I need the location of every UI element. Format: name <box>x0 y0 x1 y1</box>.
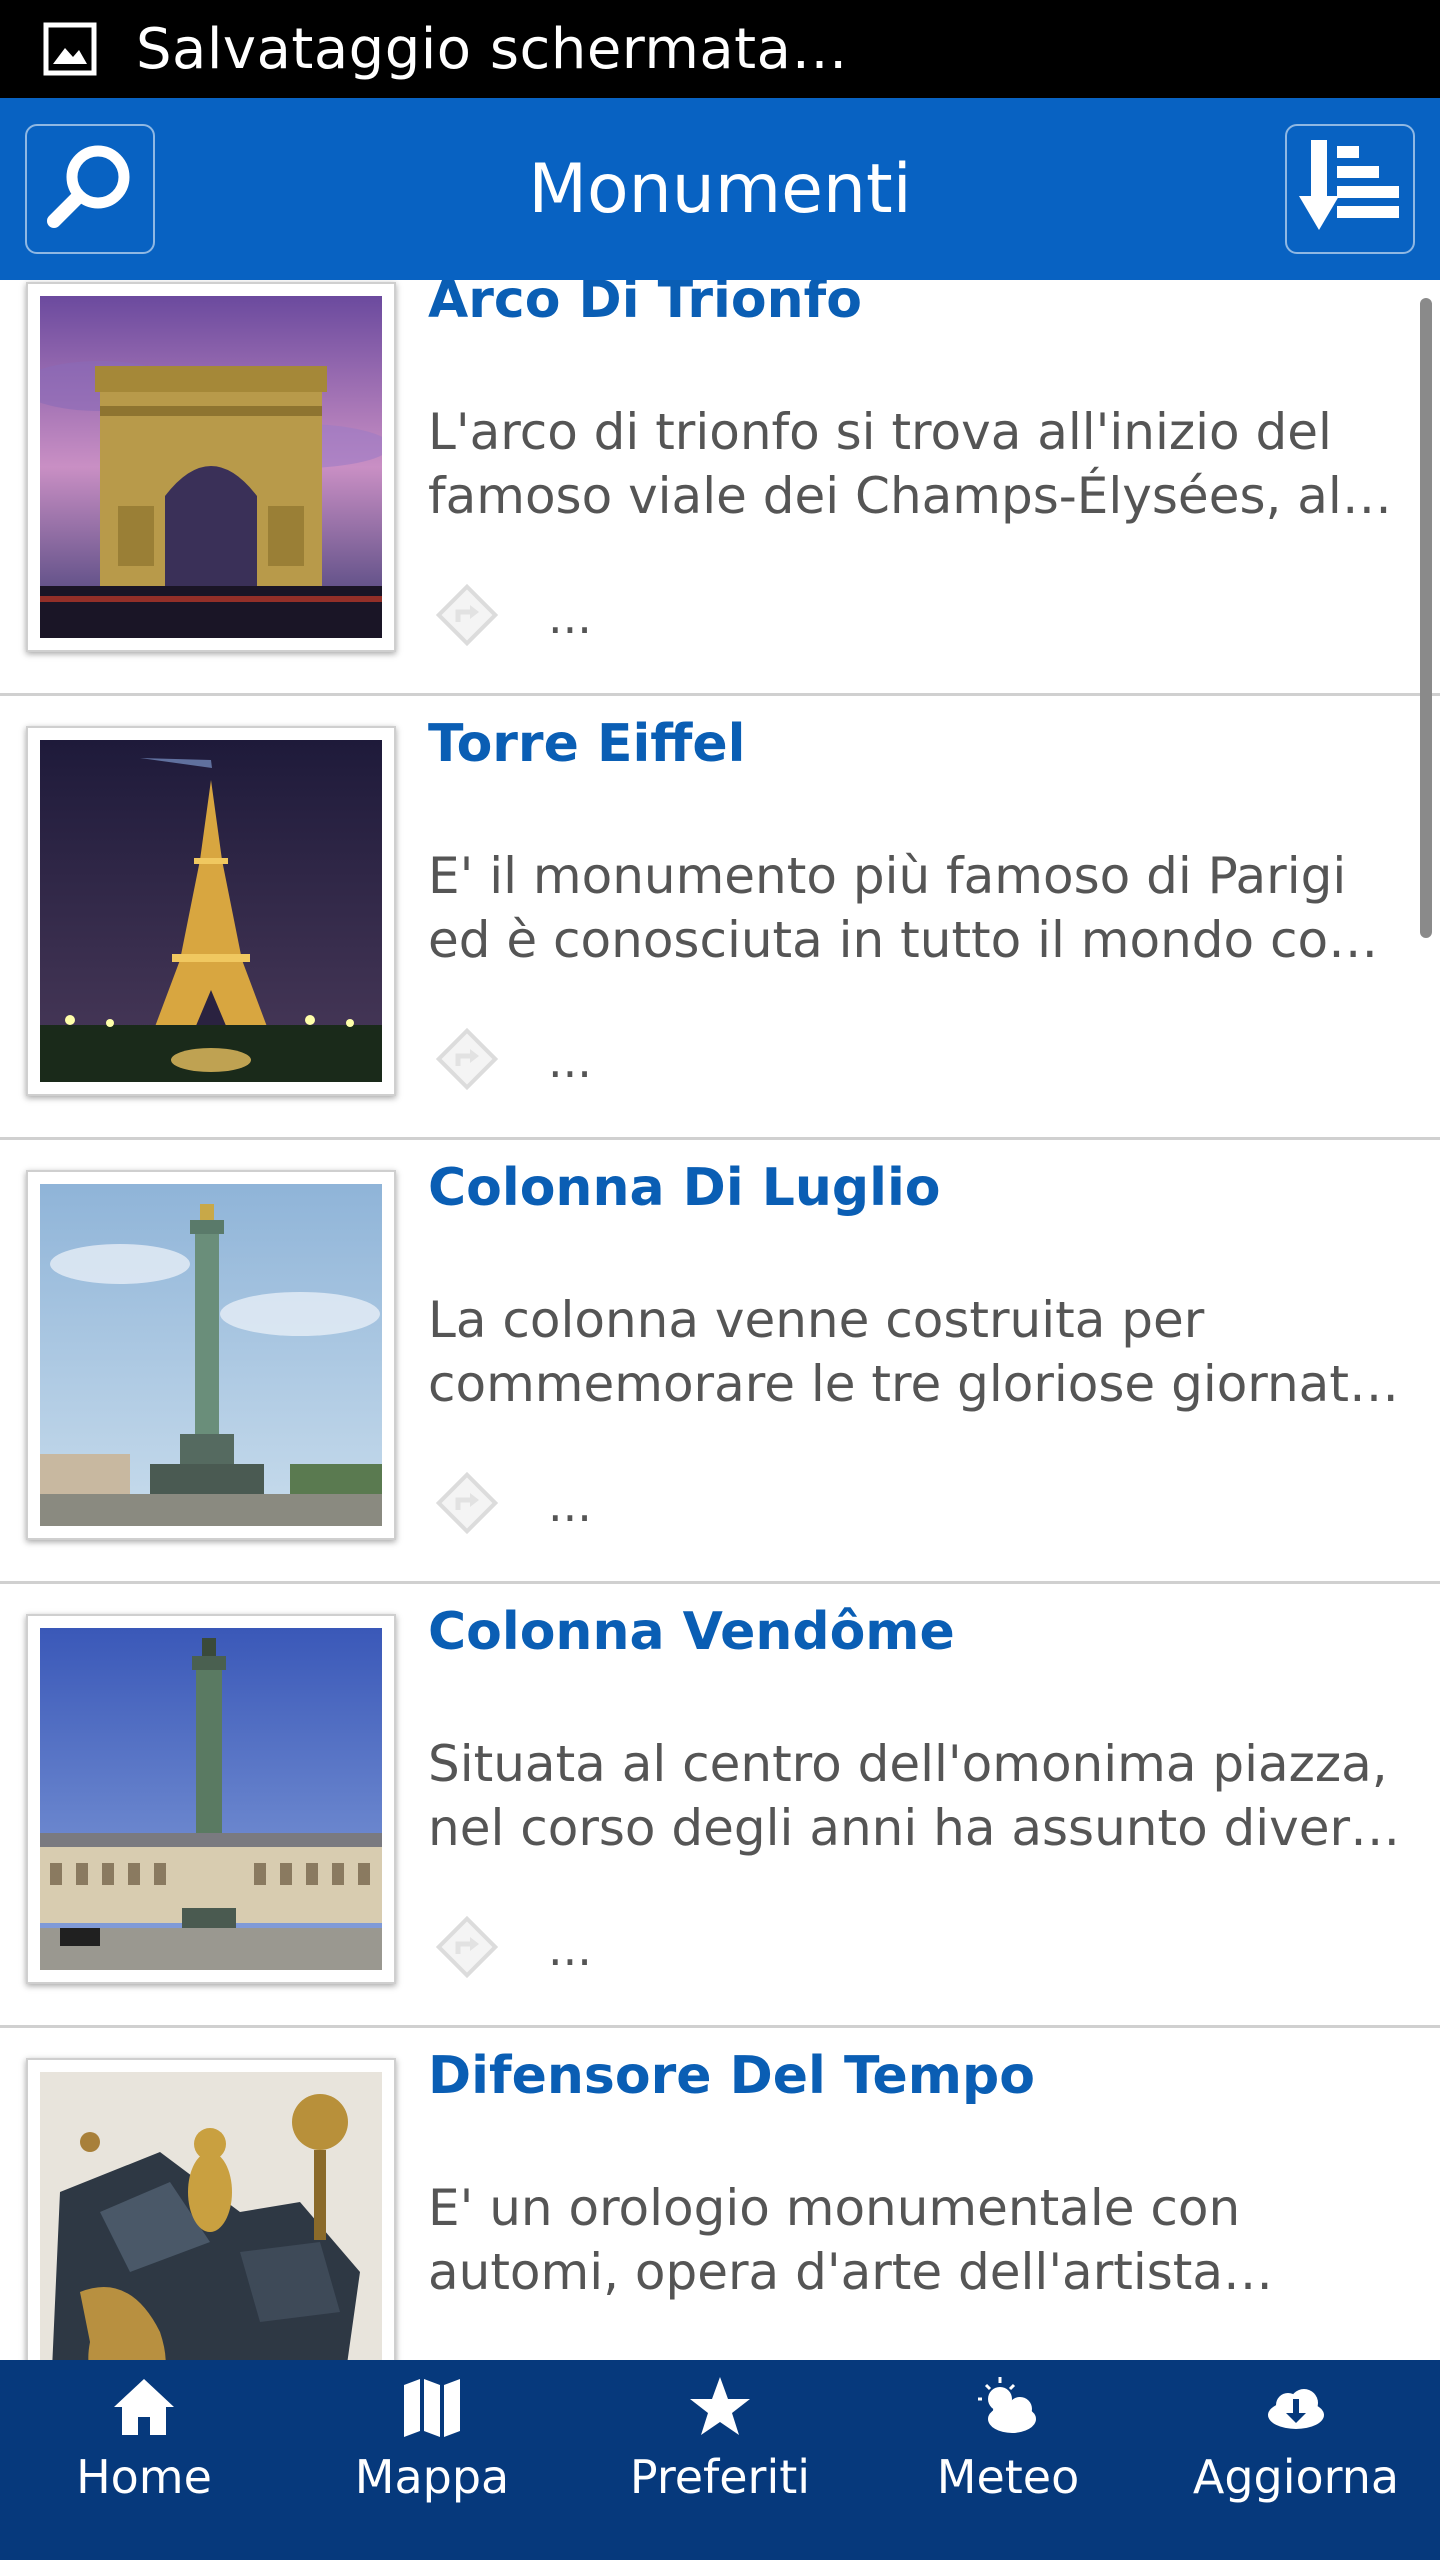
item-title[interactable]: Difensore Del Tempo <box>428 2046 1035 2106</box>
nav-label: Preferiti <box>629 2450 811 2504</box>
page-title: Monumenti <box>528 149 912 229</box>
item-description-line: Situata al centro dell'omonima piazza, <box>428 1735 1388 1793</box>
nav-label: Home <box>76 2450 212 2504</box>
more-ellipsis[interactable]: ... <box>548 1922 592 1976</box>
item-description-line: automi, opera d'arte dell'artista… <box>428 2243 1274 2301</box>
item-description: Situata al centro dell'omonima piazza, n… <box>428 1732 1418 1860</box>
status-bar: Salvataggio schermata… <box>0 0 1440 98</box>
nav-item-home[interactable]: Home <box>0 2360 288 2560</box>
directions-icon[interactable] <box>434 1026 500 1097</box>
item-description-line: nel corso degli anni ha assunto diversi… <box>428 1799 1418 1857</box>
nav-label: Aggiorna <box>1192 2450 1400 2504</box>
directions-icon[interactable] <box>434 1470 500 1541</box>
directions-icon[interactable] <box>434 582 500 653</box>
item-description-line: La colonna venne costruita per <box>428 1291 1205 1349</box>
nav-item-aggiorna[interactable]: Aggiorna <box>1152 2360 1440 2560</box>
more-ellipsis[interactable]: ... <box>548 1034 592 1088</box>
item-footer: ... <box>434 1470 592 1540</box>
nav-item-preferiti[interactable]: Preferiti <box>576 2360 864 2560</box>
star-icon <box>685 2372 755 2442</box>
thumbnail-arco-di-trionfo[interactable] <box>26 282 396 652</box>
directions-icon[interactable] <box>434 1914 500 1985</box>
thumbnail-torre-eiffel[interactable] <box>26 726 396 1096</box>
list-item[interactable]: Difensore Del Tempo E' un orologio monum… <box>0 2028 1440 2360</box>
more-ellipsis[interactable]: ... <box>548 590 592 644</box>
item-description-line: E' un orologio monumentale con <box>428 2179 1241 2237</box>
nav-label: Meteo <box>936 2450 1080 2504</box>
item-title[interactable]: Colonna Di Luglio <box>428 1158 941 1218</box>
list-item[interactable]: Torre Eiffel E' il monumento più famoso … <box>0 696 1440 1140</box>
list-item[interactable]: Colonna Di Luglio La colonna venne costr… <box>0 1140 1440 1584</box>
item-title[interactable]: Torre Eiffel <box>428 714 746 774</box>
item-description-line: famoso viale dei Champs-Élysées, al… <box>428 467 1392 525</box>
list-item[interactable]: Colonna Vendôme Situata al centro dell'o… <box>0 1584 1440 2028</box>
image-icon <box>42 21 98 77</box>
status-text: Salvataggio schermata… <box>136 16 848 82</box>
home-icon <box>109 2372 179 2442</box>
thumbnail-colonna-di-luglio[interactable] <box>26 1170 396 1540</box>
weather-icon <box>973 2372 1043 2442</box>
item-description-line: E' il monumento più famoso di Parigi <box>428 847 1347 905</box>
bottom-nav: Home Mappa Preferiti Meteo Aggiorna <box>0 2360 1440 2560</box>
item-description: L'arco di trionfo si trova all'inizio de… <box>428 400 1418 528</box>
sort-button[interactable] <box>1285 124 1415 254</box>
nav-item-meteo[interactable]: Meteo <box>864 2360 1152 2560</box>
item-description-line: commemorare le tre gloriose giornate… <box>428 1355 1418 1413</box>
item-description: E' il monumento più famoso di Parigi ed … <box>428 844 1418 972</box>
cloud-download-icon <box>1261 2372 1331 2442</box>
nav-label: Mappa <box>354 2450 510 2504</box>
item-description: La colonna venne costruita per commemora… <box>428 1288 1418 1416</box>
thumbnail-difensore-del-tempo[interactable] <box>26 2058 396 2360</box>
nav-item-mappa[interactable]: Mappa <box>288 2360 576 2560</box>
item-description: E' un orologio monumentale con automi, o… <box>428 2176 1418 2304</box>
thumbnail-colonna-vendome[interactable] <box>26 1614 396 1984</box>
map-icon <box>397 2372 467 2442</box>
list-item[interactable]: Arco Di Trionfo L'arco di trionfo si tro… <box>0 280 1440 696</box>
app-header: Monumenti <box>0 98 1440 280</box>
item-footer: ... <box>434 1914 592 1984</box>
item-title[interactable]: Arco Di Trionfo <box>428 280 862 330</box>
item-description-line: ed è conosciuta in tutto il mondo com… <box>428 911 1418 969</box>
item-footer: ... <box>434 582 592 652</box>
list-scrollbar[interactable] <box>1420 298 1432 938</box>
item-title[interactable]: Colonna Vendôme <box>428 1602 955 1662</box>
monument-list[interactable]: Arco Di Trionfo L'arco di trionfo si tro… <box>0 280 1440 2360</box>
more-ellipsis[interactable]: ... <box>548 1478 592 1532</box>
item-description-line: L'arco di trionfo si trova all'inizio de… <box>428 403 1332 461</box>
item-footer: ... <box>434 1026 592 1096</box>
sort-down-icon <box>1297 134 1403 245</box>
